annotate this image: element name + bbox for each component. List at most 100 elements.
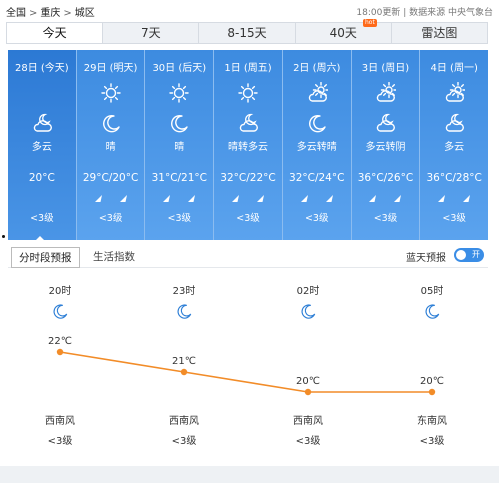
tab-radar[interactable]: 雷达图 (392, 23, 487, 43)
wind-arrow-icon (300, 195, 308, 202)
day-temperature: 32°C/24°C (289, 172, 345, 184)
breadcrumb-item-country[interactable]: 全国 (6, 8, 26, 19)
day-column[interactable]: 30日 (后天) 晴 31°C/21°C <3级 (145, 50, 215, 240)
data-point (180, 368, 188, 376)
day-date: 30日 (后天) (152, 63, 207, 74)
hourly-temperature-chart: 20时 22℃ 西南风 <3级 23时 21℃ 西南风 <3级 02时 20℃ 西南风 <3级 05时 2… (45, 285, 447, 447)
blue-sky-toggle[interactable]: 开 (454, 248, 484, 262)
point-label: 21℃ (172, 356, 196, 367)
wind-level: <3级 (30, 213, 54, 224)
point-label: 20℃ (420, 376, 444, 387)
moon-icon (177, 304, 192, 319)
day-date: 28日 (今天) (15, 63, 69, 74)
breadcrumb-separator: > (63, 8, 72, 19)
hour-label: 23时 (173, 285, 196, 297)
tab-life-index[interactable]: 生活指数 (86, 247, 142, 266)
sun-icon (100, 83, 121, 103)
cloud-moon-icon (239, 113, 258, 132)
wind-level: <3级 (98, 213, 123, 224)
moon-icon (301, 304, 316, 319)
wind-direction: 西南风 (45, 414, 75, 427)
wind-level: <3级 (442, 213, 466, 224)
wind-level: <3级 (304, 213, 329, 224)
source-divider: | (403, 8, 407, 18)
wind-direction: 西南风 (293, 414, 323, 427)
breadcrumb-item-district[interactable]: 城区 (75, 8, 95, 19)
moon-icon (171, 114, 188, 133)
tab-label: 8-15天 (227, 26, 267, 40)
wind-arrow-icon (325, 195, 333, 202)
day-date: 4日 (周一) (430, 63, 478, 74)
day-condition: 多云转阴 (365, 142, 406, 153)
wind-arrow-icon (163, 195, 171, 202)
day-condition: 晴转多云 (228, 142, 269, 153)
wind-icons (283, 193, 351, 207)
day-condition: 多云转晴 (296, 142, 337, 153)
blue-sky-forecast-label: 蓝天预报 (406, 253, 446, 264)
tab-7days[interactable]: 7天 (103, 23, 200, 43)
wind-arrow-icon (119, 195, 127, 202)
day-column[interactable]: 28日 (今天) 多云 20°C <3级 (8, 50, 77, 240)
wind-level: <3级 (167, 213, 192, 224)
moon-icon (308, 114, 326, 133)
day-temperature: 32°C/22°C (220, 172, 276, 184)
day-column[interactable]: 2日 (周六) 多云转晴 32°C/24°C <3级 (283, 50, 352, 240)
moon-icon (53, 304, 68, 319)
day-temperature: 31°C/21°C (151, 172, 208, 184)
top-bar: 全国 > 重庆 > 城区 18:00更新 | 数据来源 中央气象台 (0, 0, 499, 22)
toggle-state: 开 (472, 250, 480, 259)
cloud-moon-icon (445, 113, 465, 132)
day-date: 29日 (明天) (83, 63, 138, 74)
wind-level: <3级 (296, 435, 321, 447)
breadcrumb-item-city[interactable]: 重庆 (40, 8, 60, 19)
day-date: 1日 (周五) (224, 63, 272, 74)
day-temperature: 36°C/28°C (426, 172, 482, 184)
footer-strip (0, 466, 499, 483)
wind-arrow-icon (463, 195, 471, 202)
day-condition: 多云 (31, 142, 52, 153)
update-source: 18:00更新 | 数据来源 中央气象台 (356, 5, 493, 18)
tab-label: 40天 (329, 26, 357, 40)
selected-day-caret (34, 236, 46, 242)
hour-label: 20时 (49, 285, 72, 297)
cloud-sun-icon (377, 82, 397, 102)
temperature-line (59, 351, 432, 393)
wind-level: <3级 (373, 213, 398, 224)
wind-level: <3级 (48, 435, 73, 447)
day-temperature: 36°C/26°C (357, 172, 414, 184)
wind-arrow-icon (94, 195, 102, 202)
wind-level: <3级 (420, 435, 445, 447)
moon-icon (425, 304, 440, 319)
wind-level: <3级 (236, 213, 260, 224)
tab-label: 今天 (42, 26, 67, 40)
update-time: 18:00更新 (356, 8, 401, 18)
hourly-forecast: 20时 22℃ 西南风 <3级 23时 21℃ 西南风 <3级 02时 20℃ 西南风 <3级 05时 2… (8, 272, 488, 462)
cloud-sun-icon (445, 82, 466, 102)
tab-hourly-forecast[interactable]: 分时段预报 (11, 247, 80, 268)
day-date: 3日 (周日) (361, 63, 410, 74)
day-date: 2日 (周六) (293, 63, 341, 74)
day-column[interactable]: 4日 (周一) 多云 36°C/28°C <3级 (420, 50, 488, 240)
tab-40days[interactable]: 40天 hot (296, 19, 392, 43)
day-condition: 晴 (105, 142, 116, 153)
data-point (304, 388, 312, 396)
daily-forecast: 28日 (今天) 多云 20°C <3级 29日 (明天) 晴 29°C/20°C <3级 30… (8, 50, 488, 240)
wind-direction: 西南风 (169, 414, 199, 427)
moon-icon (102, 114, 120, 133)
day-column[interactable]: 3日 (周日) 多云转阴 36°C/26°C <3级 (352, 50, 421, 240)
tab-today[interactable]: 今天 (7, 23, 104, 43)
wind-arrow-icon (188, 195, 196, 202)
data-point (56, 348, 64, 356)
day-column[interactable]: 1日 (周五) 晴转多云 32°C/22°C <3级 (214, 50, 283, 240)
wind-level: <3级 (172, 435, 197, 447)
hour-label: 05时 (421, 285, 444, 297)
wind-arrow-icon (232, 195, 240, 202)
tab-8-15days[interactable]: 8-15天 (199, 23, 296, 43)
hour-label: 02时 (297, 285, 320, 297)
tab-label: 7天 (140, 26, 161, 40)
day-column[interactable]: 29日 (明天) 晴 29°C/20°C <3级 (77, 50, 146, 240)
breadcrumb: 全国 > 重庆 > 城区 (6, 4, 95, 19)
wind-arrow-icon (394, 195, 402, 202)
cloud-sun-icon (308, 82, 328, 102)
point-label: 20℃ (296, 376, 320, 387)
